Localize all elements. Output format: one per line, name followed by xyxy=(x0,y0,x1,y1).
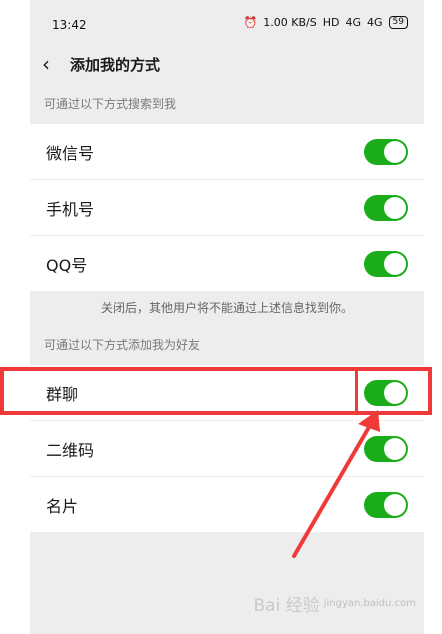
alarm-icon: ⏰ xyxy=(243,16,258,29)
toggle-knob xyxy=(384,141,406,163)
network-speed: 1.00 KB/S xyxy=(263,16,317,29)
setting-row-business-card[interactable]: 名片 xyxy=(30,477,424,532)
setting-label: 群聊 xyxy=(46,384,79,404)
setting-label: 二维码 xyxy=(46,440,95,460)
business-card-toggle[interactable] xyxy=(364,492,408,518)
add-section-header: 可通过以下方式添加我为好友 xyxy=(44,338,201,352)
status-bar: 13:42 ⏰ 1.00 KB/S HD 4G 4G 59 xyxy=(30,0,424,44)
search-section-header: 可通过以下方式搜索到我 xyxy=(44,97,177,111)
status-time: 13:42 xyxy=(52,18,87,32)
toggle-knob xyxy=(384,197,406,219)
setting-label: 手机号 xyxy=(46,199,95,219)
wechat-id-toggle[interactable] xyxy=(364,139,408,165)
qr-code-toggle[interactable] xyxy=(364,436,408,462)
toggle-knob xyxy=(384,494,406,516)
setting-row-qq[interactable]: QQ号 xyxy=(30,236,424,291)
toggle-knob xyxy=(384,382,406,404)
qq-toggle[interactable] xyxy=(364,251,408,277)
battery-icon: 59 xyxy=(388,16,408,29)
setting-row-wechat-id[interactable]: 微信号 xyxy=(30,124,424,180)
toggle-knob xyxy=(384,438,406,460)
watermark-text: Bai 经验 xyxy=(253,596,320,616)
nav-bar: ‹ 添加我的方式 xyxy=(30,44,424,84)
toggle-knob xyxy=(384,253,406,275)
search-settings-group: 微信号 手机号 QQ号 xyxy=(30,124,424,291)
hd-icon: HD xyxy=(322,16,340,29)
phone-toggle[interactable] xyxy=(364,195,408,221)
add-settings-group: 群聊 二维码 名片 xyxy=(30,365,424,532)
setting-label: QQ号 xyxy=(46,255,88,275)
group-chat-toggle[interactable] xyxy=(364,380,408,406)
setting-row-qr-code[interactable]: 二维码 xyxy=(30,421,424,477)
setting-row-group-chat[interactable]: 群聊 xyxy=(30,365,424,421)
signal-icon: 4G xyxy=(345,16,362,29)
baidu-watermark: Bai 经验 jingyan.baidu.com xyxy=(254,591,417,616)
watermark-sub: jingyan.baidu.com xyxy=(323,598,416,609)
signal-icon-2: 4G xyxy=(367,16,383,29)
status-icons: ⏰ 1.00 KB/S HD 4G 4G 59 xyxy=(244,16,408,29)
back-chevron-icon[interactable]: ‹ xyxy=(42,52,50,76)
page-title: 添加我的方式 xyxy=(70,56,161,74)
search-notice: 关闭后，其他用户将不能通过上述信息找到你。 xyxy=(30,291,424,325)
setting-label: 微信号 xyxy=(46,143,95,163)
phone-screen: 13:42 ⏰ 1.00 KB/S HD 4G 4G 59 ‹ 添加我的方式 可… xyxy=(30,0,424,634)
setting-label: 名片 xyxy=(46,496,79,516)
setting-row-phone[interactable]: 手机号 xyxy=(30,180,424,236)
